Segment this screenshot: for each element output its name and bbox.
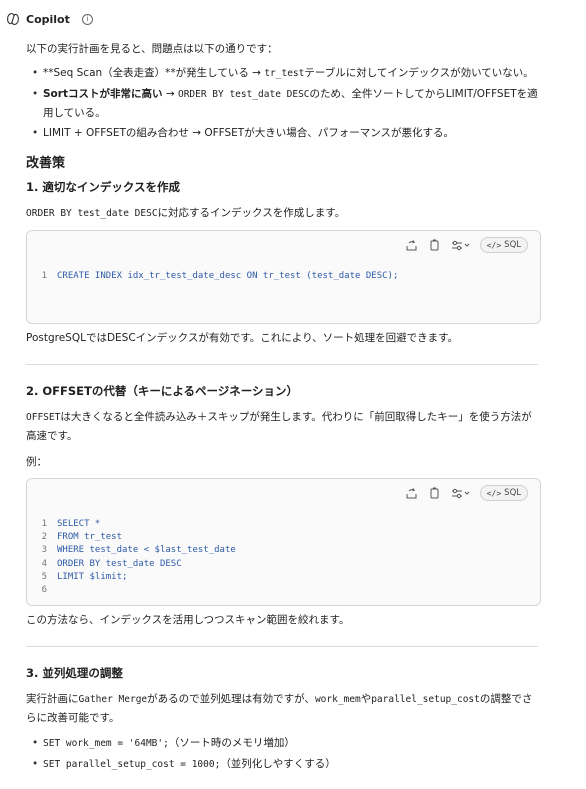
- inline-code: tr_test: [264, 68, 305, 79]
- language-label: SQL: [504, 240, 521, 250]
- section-title: 改善策: [26, 156, 66, 171]
- line-number: 3: [41, 545, 47, 556]
- code-toolbar: </> SQL: [405, 237, 528, 253]
- code-line: 3 WHERE test_date < $last_test_date: [27, 544, 236, 557]
- desc-text: や: [360, 693, 372, 705]
- line-number: 4: [41, 558, 47, 569]
- inline-code: SET parallel_setup_cost = 1000;: [43, 759, 221, 770]
- issue-text: →: [162, 88, 178, 100]
- code-icon: </>: [486, 240, 502, 250]
- item-text: （ソート時のメモリ増加）: [168, 737, 295, 749]
- export-icon[interactable]: [405, 238, 419, 252]
- copy-icon[interactable]: [428, 238, 442, 252]
- info-icon[interactable]: i: [81, 13, 93, 25]
- list-item: Sortコストが非常に高い → ORDER BY test_date DESCの…: [26, 85, 541, 122]
- issue-text: **Seq Scan（全表走査）**が発生している →: [43, 67, 265, 79]
- copy-icon[interactable]: [428, 486, 442, 500]
- list-item: SET parallel_setup_cost = 1000;（並列化しやすくす…: [26, 755, 541, 774]
- code-text: LIMIT $limit;: [57, 571, 128, 582]
- step-2-after: この方法なら、インデックスを活用しつつスキャン範囲を絞れます。: [26, 614, 350, 626]
- copilot-header: Copilot i: [6, 10, 93, 28]
- code-block-1: </> SQL 1 CREATE INDEX idx_tr_test_date_de…: [26, 230, 541, 324]
- list-item: **Seq Scan（全表走査）**が発生している → tr_testテーブルに…: [26, 64, 541, 83]
- settings-sliders-icon[interactable]: [451, 238, 471, 252]
- inline-code: parallel_setup_cost: [371, 694, 480, 705]
- code-line: 6: [27, 583, 236, 596]
- code-text: FROM tr_test: [57, 531, 123, 542]
- inline-code: work_mem: [314, 694, 361, 705]
- desc-text: は大きくなると全件読み込み＋スキップが発生します。代わりに「前回取得したキー」を…: [26, 411, 532, 442]
- code-line: 4 ORDER BY test_date DESC: [27, 557, 236, 570]
- inline-code: ORDER BY test_date DESC: [177, 89, 310, 100]
- app-title: Copilot: [26, 12, 70, 26]
- list-item: SET work_mem = '64MB';（ソート時のメモリ増加）: [26, 734, 541, 753]
- divider: [26, 646, 538, 647]
- issue-text: テーブルに対してインデックスが効いていない。: [304, 67, 534, 79]
- step-2-desc: OFFSETは大きくなると全件読み込み＋スキップが発生します。代わりに「前回取得…: [26, 408, 541, 445]
- step-1-title: 1. 適切なインデックスを作成: [26, 180, 181, 194]
- code-line: 1 CREATE INDEX idx_tr_test_date_desc ON t…: [27, 269, 399, 282]
- code-lines: 1 SELECT * 2 FROM tr_test 3 WHERE test_date…: [27, 517, 236, 597]
- code-text: CREATE INDEX idx_tr_test_date_desc ON tr…: [57, 270, 399, 281]
- list-item: LIMIT + OFFSETの組み合わせ → OFFSETが大きい場合、パフォー…: [26, 124, 541, 142]
- issue-text: LIMIT + OFFSETの組み合わせ → OFFSETが大きい場合、パフォー…: [43, 127, 454, 139]
- code-line: 1 SELECT *: [27, 517, 236, 530]
- code-toolbar: </> SQL: [405, 485, 528, 501]
- divider: [26, 364, 538, 365]
- language-label: SQL: [504, 488, 521, 498]
- code-text: WHERE test_date < $last_test_date: [57, 545, 236, 556]
- code-text: SELECT *: [57, 518, 101, 529]
- line-number: 1: [41, 518, 47, 529]
- response-content: 以下の実行計画を見ると、問題点は以下の通りです： **Seq Scan（全表走査…: [26, 40, 541, 776]
- code-line: 5 LIMIT $limit;: [27, 570, 236, 583]
- step-3-desc: 実行計画にGather Mergeがあるので並列処理は有効ですが、work_me…: [26, 690, 541, 727]
- code-block-2: </> SQL 1 SELECT * 2 FROM tr_test 3 WHERE te…: [26, 478, 541, 606]
- item-text: （並列化しやすくする）: [220, 758, 336, 770]
- language-badge[interactable]: </> SQL: [479, 237, 528, 253]
- inline-code: OFFSET: [26, 412, 61, 423]
- desc-text: 実行計画に: [26, 693, 79, 705]
- inline-code: ORDER BY test_date DESC: [26, 208, 158, 219]
- code-line: 2 FROM tr_test: [27, 530, 236, 543]
- issues-list: **Seq Scan（全表走査）**が発生している → tr_testテーブルに…: [26, 64, 541, 142]
- code-lines: 1 CREATE INDEX idx_tr_test_date_desc ON t…: [27, 269, 399, 282]
- code-icon: </>: [486, 488, 502, 498]
- example-label: 例：: [26, 456, 47, 468]
- step-1-desc: ORDER BY test_date DESCに対応するインデックスを作成します…: [26, 204, 541, 223]
- desc-text: に対応するインデックスを作成します。: [157, 207, 346, 219]
- step-2-title: 2. OFFSETの代替（キーによるページネーション）: [26, 384, 299, 398]
- language-badge[interactable]: </> SQL: [479, 485, 528, 501]
- copilot-logo-icon: [6, 12, 20, 26]
- line-number: 2: [41, 531, 47, 542]
- intro-text: 以下の実行計画を見ると、問題点は以下の通りです：: [26, 43, 278, 55]
- inline-code: Gather Merge: [78, 694, 148, 705]
- line-number: 1: [41, 270, 47, 281]
- code-text: ORDER BY test_date DESC: [57, 558, 182, 569]
- line-number: 6: [41, 585, 47, 596]
- desc-text: があるので並列処理は有効ですが、: [147, 693, 315, 705]
- settings-sliders-icon[interactable]: [451, 486, 471, 500]
- step-3-title: 3. 並列処理の調整: [26, 666, 123, 680]
- step-1-after: PostgreSQLではDESCインデックスが有効です。これにより、ソート処理を…: [26, 332, 459, 344]
- inline-code: SET work_mem = '64MB';: [43, 738, 169, 749]
- issue-bold: Sortコストが非常に高い: [43, 88, 163, 100]
- line-number: 5: [41, 571, 47, 582]
- settings-list: SET work_mem = '64MB';（ソート時のメモリ増加） SET p…: [26, 734, 541, 774]
- export-icon[interactable]: [405, 486, 419, 500]
